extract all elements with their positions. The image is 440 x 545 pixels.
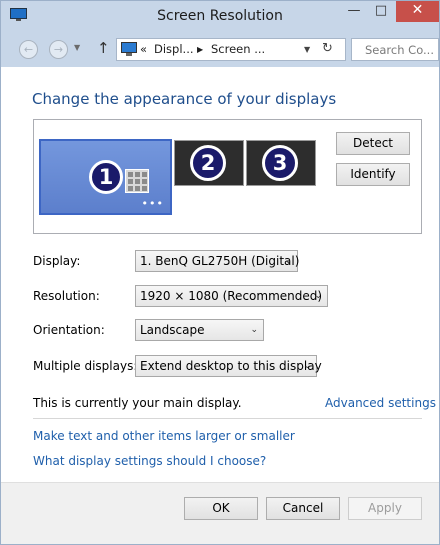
maximize-button[interactable]: □ [368, 1, 394, 22]
divider [33, 418, 422, 419]
chevron-down-icon: ⌄ [284, 256, 292, 266]
breadcrumb-separator[interactable]: ▶ [197, 45, 203, 54]
resolution-label: Resolution: [33, 289, 100, 303]
dialog-footer: OK Cancel Apply [1, 482, 439, 544]
display-select[interactable]: 1. BenQ GL2750H (Digital) ⌄ [135, 250, 300, 272]
orientation-select[interactable]: Landscape ⌄ [135, 319, 264, 341]
refresh-icon[interactable]: ↻ [322, 41, 333, 56]
forward-icon[interactable]: → [49, 40, 68, 59]
monitor-number-badge: 3 [262, 145, 298, 181]
text-size-link[interactable]: Make text and other items larger or smal… [33, 429, 295, 443]
address-bar[interactable]: « Displ... ▶ Screen ... ▼ ↻ [116, 38, 346, 61]
address-overflow-chevron[interactable]: « [140, 42, 147, 56]
apply-button[interactable]: Apply [348, 497, 422, 520]
chevron-down-icon: ⌄ [250, 325, 258, 335]
monitor-1[interactable]: 1 ••• [39, 139, 172, 215]
multiple-displays-label: Multiple displays: [33, 359, 138, 373]
screen-resolution-window: Screen Resolution — □ ✕ ← → ▼ ↑ « Displ.… [0, 0, 440, 545]
orientation-select-value: Landscape [140, 323, 205, 337]
chevron-down-icon: ⌄ [303, 361, 311, 371]
resolution-select[interactable]: 1920 × 1080 (Recommended) ⌄ [135, 285, 328, 307]
navigation-bar: ← → ▼ ↑ « Displ... ▶ Screen ... ▼ ↻ Sear… [1, 32, 439, 67]
advanced-settings-link[interactable]: Advanced settings [325, 396, 436, 410]
breadcrumb-screen-resolution[interactable]: Screen ... [211, 42, 265, 56]
display-settings-help-link[interactable]: What display settings should I choose? [33, 454, 266, 468]
monitor-3[interactable]: 3 [246, 140, 316, 186]
page-heading: Change the appearance of your displays [32, 90, 337, 108]
breadcrumb-display[interactable]: Displ... [154, 42, 194, 56]
start-tiles-icon [125, 169, 149, 193]
close-button[interactable]: ✕ [396, 1, 439, 22]
display-label: Display: [33, 254, 81, 268]
cancel-button[interactable]: Cancel [266, 497, 340, 520]
multiple-displays-select-value: Extend desktop to this display [140, 359, 322, 373]
recent-locations-dropdown[interactable]: ▼ [74, 43, 80, 52]
multiple-displays-select[interactable]: Extend desktop to this display ⌄ [135, 355, 322, 377]
monitor-2[interactable]: 2 [174, 140, 244, 186]
address-dropdown[interactable]: ▼ [304, 45, 310, 54]
title-bar[interactable]: Screen Resolution — □ ✕ [1, 1, 439, 32]
resolution-select-value: 1920 × 1080 (Recommended) [140, 289, 323, 303]
detect-button[interactable]: Detect [336, 132, 410, 155]
chevron-down-icon: ⌄ [314, 291, 322, 301]
taskbar-dots: ••• [141, 197, 164, 210]
up-arrow-icon[interactable]: ↑ [97, 39, 110, 57]
monitor-number-badge: 2 [190, 145, 226, 181]
back-icon[interactable]: ← [19, 40, 38, 59]
orientation-label: Orientation: [33, 323, 105, 337]
minimize-button[interactable]: — [341, 1, 367, 22]
ok-button[interactable]: OK [184, 497, 258, 520]
main-display-status: This is currently your main display. [33, 396, 242, 410]
search-placeholder: Search Co... [365, 43, 434, 57]
identify-button[interactable]: Identify [336, 163, 410, 186]
display-select-value: 1. BenQ GL2750H (Digital) [140, 254, 300, 268]
monitor-number-badge: 1 [89, 160, 123, 194]
search-input[interactable]: Search Co... [351, 38, 439, 61]
control-panel-icon [121, 42, 137, 56]
